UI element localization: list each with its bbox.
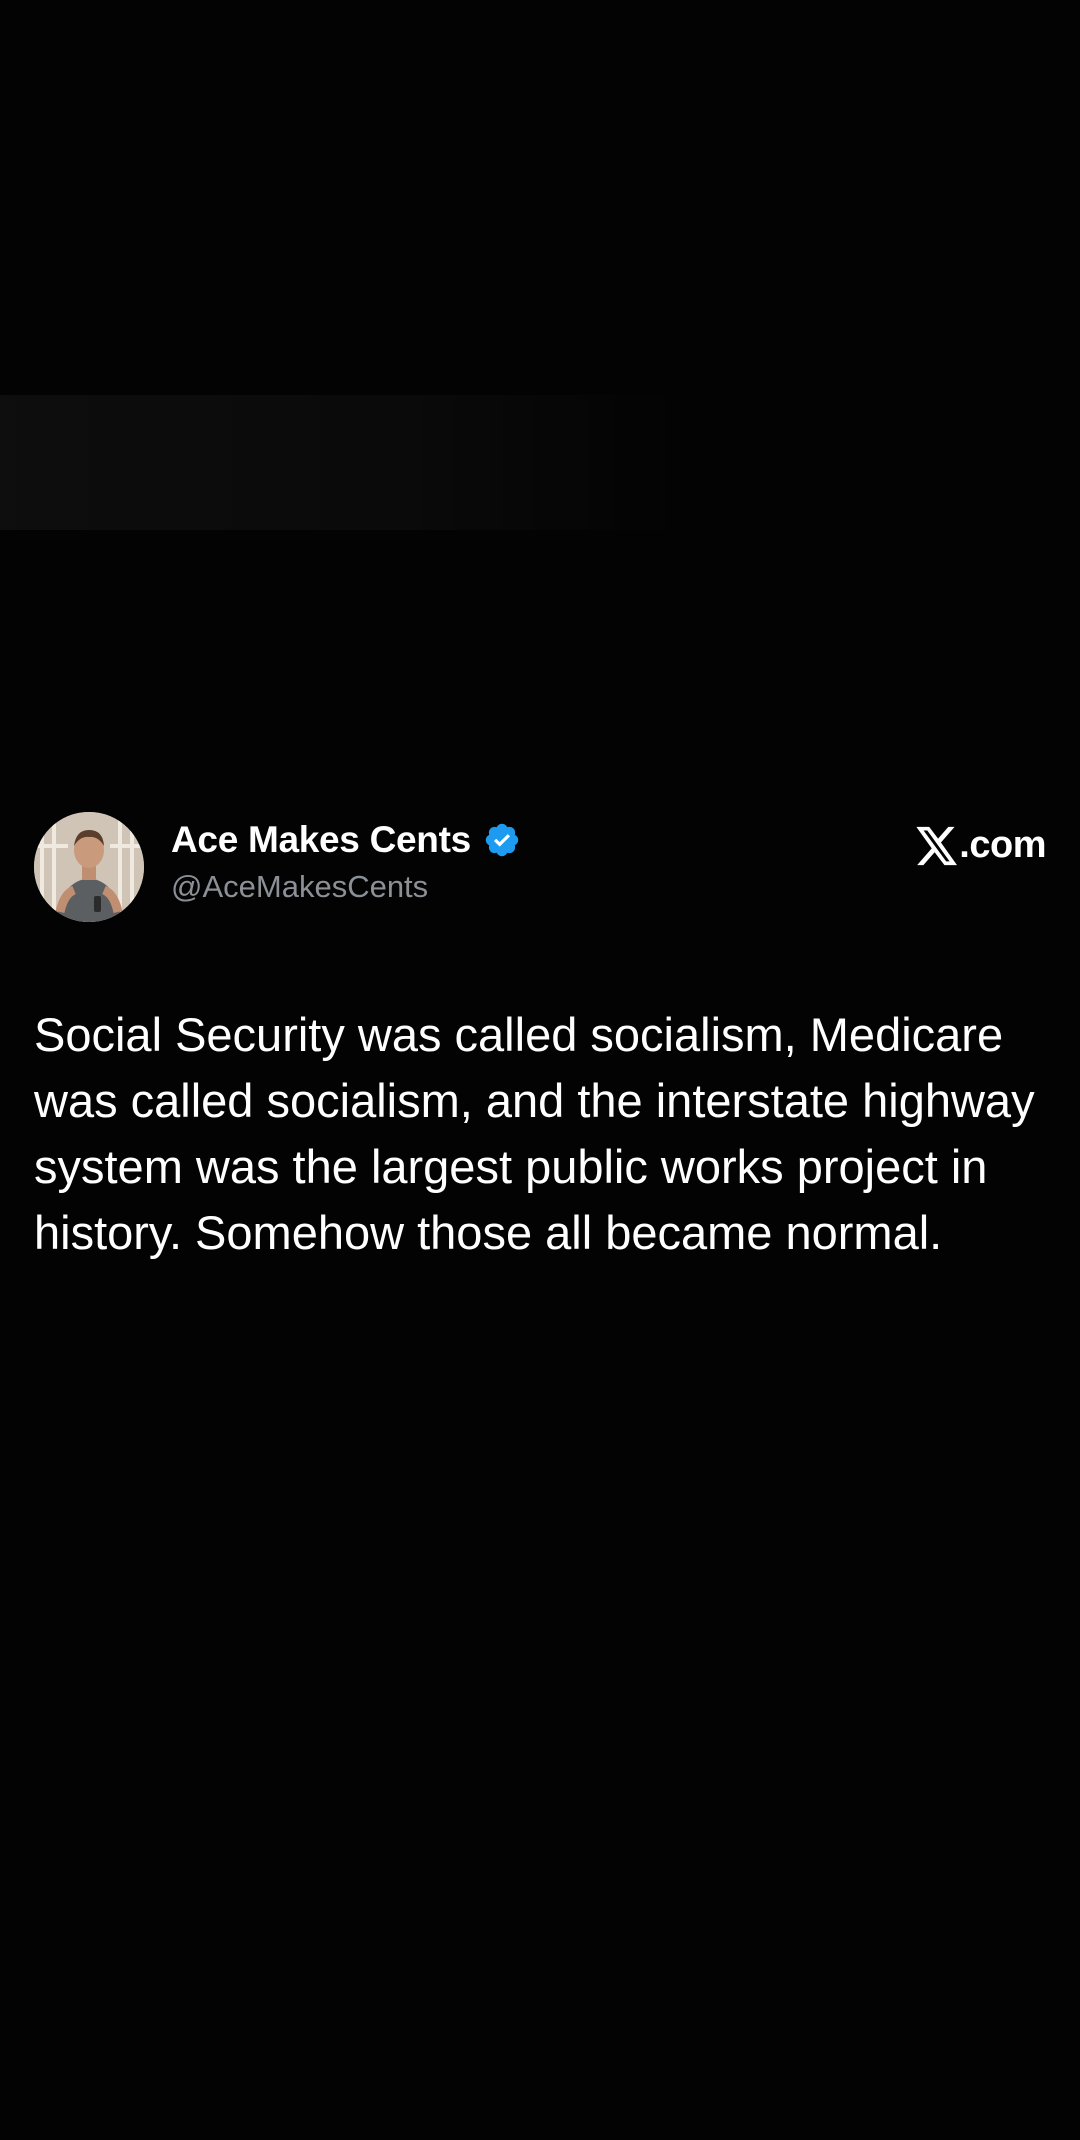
handle[interactable]: @AceMakesCents [171, 869, 521, 905]
tweet-header: Ace Makes Cents @AceMakesCents .com [34, 810, 1046, 925]
x-logo-icon [916, 826, 958, 865]
display-name[interactable]: Ace Makes Cents [171, 819, 471, 861]
avatar-image [34, 812, 144, 922]
source-brand: .com [915, 824, 1046, 867]
tweet-card: Ace Makes Cents @AceMakesCents .com Soci… [34, 810, 1046, 1266]
tweet-text: Social Security was called socialism, Me… [34, 1008, 1035, 1259]
source-domain-text: .com [959, 824, 1046, 866]
author-info: Ace Makes Cents @AceMakesCents [171, 816, 521, 905]
verified-badge-icon [485, 823, 519, 857]
background-haze [0, 395, 680, 530]
display-name-row: Ace Makes Cents [171, 816, 521, 864]
avatar[interactable] [34, 812, 144, 922]
